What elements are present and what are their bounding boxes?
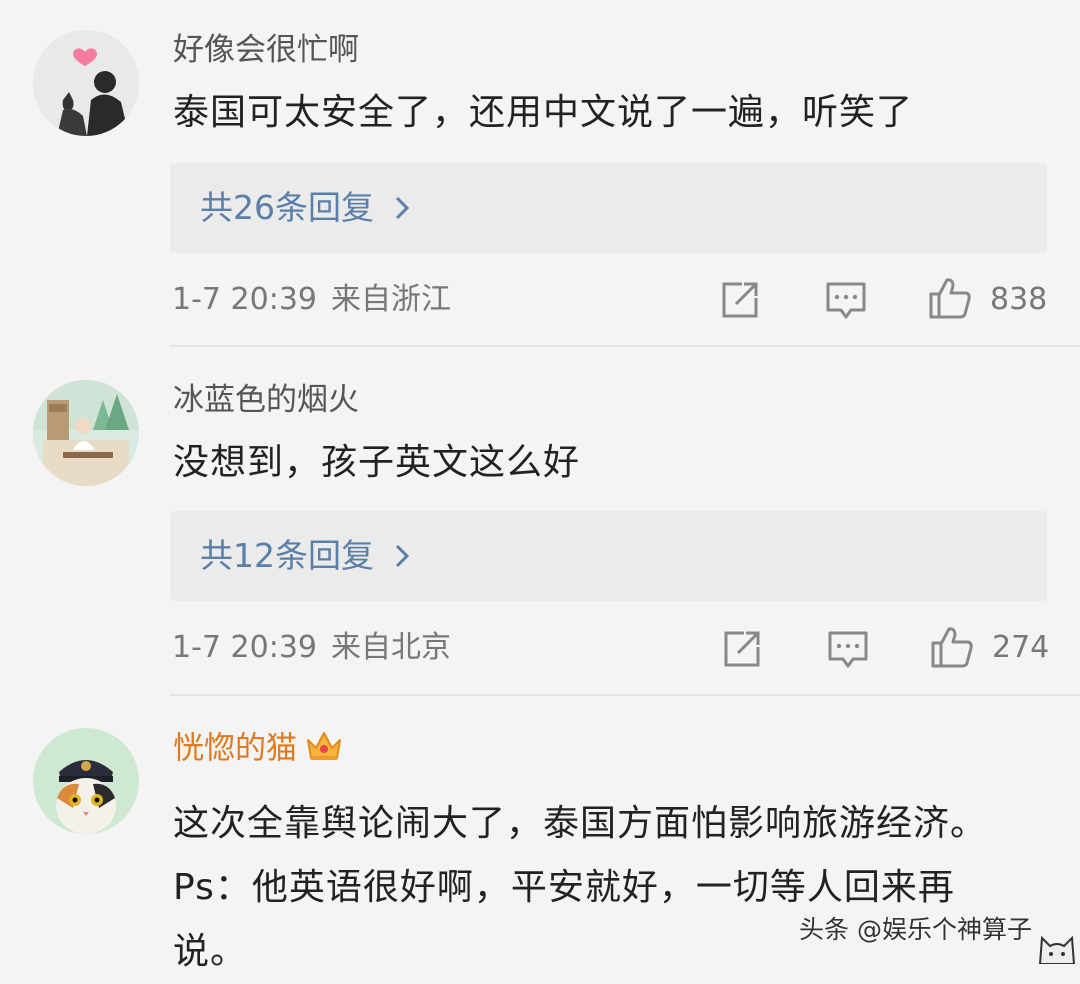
chevron-right-icon xyxy=(394,187,410,233)
comment-text: 泰国可太安全了，还用中文说了一遍，听笑了 xyxy=(173,92,914,133)
share-icon[interactable] xyxy=(722,629,762,673)
watermark: 头条 @娱乐个神算子 xyxy=(799,915,1032,944)
comment-text: 没想到，孩子英文这么好 xyxy=(173,442,581,483)
comment-meta: 1-7 20:39 来自浙江 xyxy=(172,280,451,320)
reply-count-link[interactable]: 共26条回复 xyxy=(200,185,410,233)
location: 来自北京 xyxy=(331,630,451,665)
chevron-right-icon xyxy=(394,535,410,581)
comment-icon[interactable] xyxy=(825,280,867,326)
username-label: 恍惚的猫 xyxy=(173,730,297,767)
avatar[interactable] xyxy=(33,380,139,486)
share-icon[interactable] xyxy=(720,280,760,324)
comment-text: 这次全靠舆论闹大了，泰国方面怕影响旅游经济。Ps：他英语很好啊，平安就好，一切等… xyxy=(173,803,988,972)
divider xyxy=(170,345,1080,347)
location: 来自浙江 xyxy=(331,282,451,317)
timestamp: 1-7 20:39 xyxy=(172,630,317,665)
reply-count-label: 共12条回复 xyxy=(200,536,374,575)
like-count: 274 xyxy=(992,630,1050,665)
comment-meta: 1-7 20:39 来自北京 xyxy=(172,628,451,668)
username[interactable]: 恍惚的猫 xyxy=(173,728,343,772)
username[interactable]: 好像会很忙啊 xyxy=(173,30,359,70)
reply-box[interactable]: 共26条回复 xyxy=(170,163,1047,253)
like-count: 838 xyxy=(990,282,1048,317)
username[interactable]: 冰蓝色的烟火 xyxy=(173,380,359,420)
crown-icon xyxy=(305,728,343,772)
divider xyxy=(170,694,1080,696)
reply-count-link[interactable]: 共12条回复 xyxy=(200,533,410,581)
like-icon[interactable] xyxy=(930,625,974,673)
reply-box[interactable]: 共12条回复 xyxy=(170,511,1047,601)
avatar[interactable] xyxy=(33,728,139,834)
timestamp: 1-7 20:39 xyxy=(172,282,317,317)
reply-count-label: 共26条回复 xyxy=(200,188,374,227)
cat-logo-icon xyxy=(1034,924,1080,968)
comment-icon[interactable] xyxy=(827,629,869,675)
like-icon[interactable] xyxy=(928,276,972,324)
avatar[interactable] xyxy=(33,30,139,136)
